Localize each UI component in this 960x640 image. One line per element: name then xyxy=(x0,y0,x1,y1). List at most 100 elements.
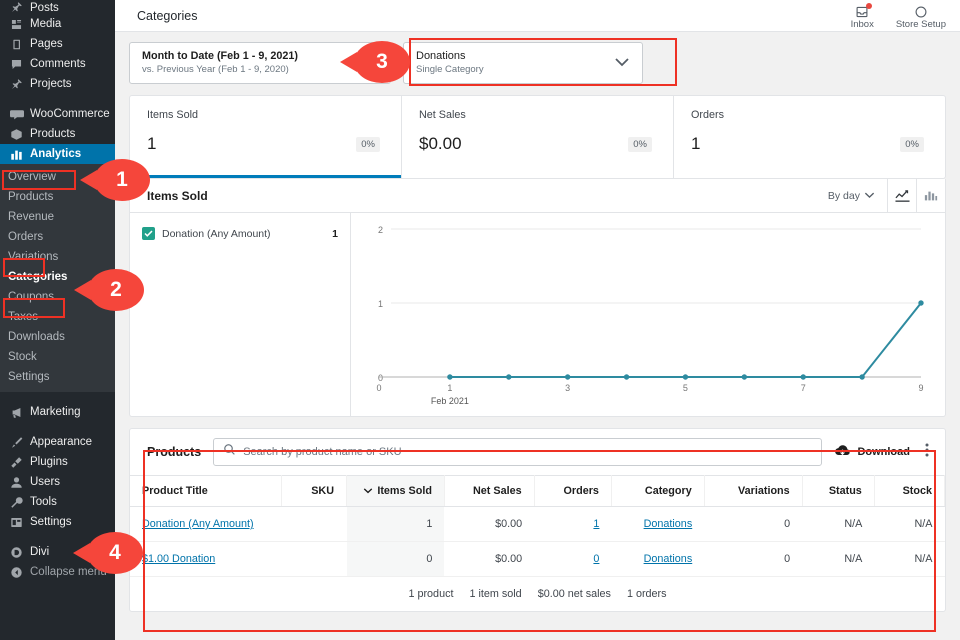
sidebar-item-products[interactable]: Products xyxy=(0,124,115,144)
line-chart-toggle[interactable] xyxy=(887,179,916,213)
cell-category: Donations xyxy=(611,507,704,542)
products-table-panel: Products Download xyxy=(129,428,946,612)
sidebar-item-posts[interactable]: Posts xyxy=(0,0,115,14)
table-row: $1.00 Donation 0 $0.00 0 Donations 0 xyxy=(130,542,945,577)
sliders-icon xyxy=(8,515,25,529)
summary-card-orders[interactable]: Orders 1 0% xyxy=(674,96,945,178)
category-link[interactable]: Donations xyxy=(644,553,693,565)
column-header-sku[interactable]: SKU xyxy=(282,476,347,507)
inbox-button[interactable]: Inbox xyxy=(851,4,874,31)
sidebar-item-marketing[interactable]: Marketing xyxy=(0,402,115,422)
sidebar-subitem-stock[interactable]: Stock xyxy=(0,347,115,367)
product-link[interactable]: Donation (Any Amount) xyxy=(142,518,254,530)
sidebar-item-settings[interactable]: Settings xyxy=(0,512,115,532)
cell-sku xyxy=(282,507,347,542)
bar-chart-toggle[interactable] xyxy=(916,179,945,213)
legend-checkbox-icon[interactable] xyxy=(142,227,155,240)
column-header-variations[interactable]: Variations xyxy=(704,476,802,507)
cell-net-sales: $0.00 xyxy=(444,507,534,542)
sidebar-item-woocommerce[interactable]: WooCommerce xyxy=(0,104,115,124)
cell-items-sold: 0 xyxy=(347,542,445,577)
product-search-box[interactable] xyxy=(213,438,822,466)
sidebar-item-appearance[interactable]: Appearance xyxy=(0,432,115,452)
sidebar-item-pages[interactable]: Pages xyxy=(0,34,115,54)
sidebar-subitem-downloads[interactable]: Downloads xyxy=(0,327,115,347)
interval-select[interactable]: By day xyxy=(828,190,887,202)
sidebar-item-label: Appearance xyxy=(30,436,92,448)
column-header-status[interactable]: Status xyxy=(802,476,874,507)
inbox-badge xyxy=(866,3,872,9)
store-setup-button[interactable]: Store Setup xyxy=(896,4,946,31)
summary-label: Orders xyxy=(691,109,928,121)
sidebar-item-projects[interactable]: Projects xyxy=(0,74,115,94)
sidebar-item-label: Tools xyxy=(30,496,57,508)
sidebar-divider xyxy=(0,392,115,402)
column-header-items-sold[interactable]: Items Sold xyxy=(347,476,445,507)
category-picker[interactable]: Donations Single Category xyxy=(403,42,643,84)
sidebar-item-users[interactable]: Users xyxy=(0,472,115,492)
chart-body: Donation (Any Amount) 1 012135790Feb 202… xyxy=(130,213,945,417)
sidebar-item-comments[interactable]: Comments xyxy=(0,54,115,74)
chart-plot: 012135790Feb 2021 xyxy=(351,213,945,417)
download-cloud-icon xyxy=(834,444,851,461)
chart-header: Items Sold By day xyxy=(130,179,945,213)
summary-card-net-sales[interactable]: Net Sales $0.00 0% xyxy=(402,96,674,178)
column-header-product-title[interactable]: Product Title xyxy=(130,476,282,507)
more-options-icon[interactable] xyxy=(922,442,932,463)
callout-marker-2: 2 xyxy=(74,269,144,311)
cell-orders: 1 xyxy=(534,507,611,542)
cell-stock: N/A xyxy=(874,507,944,542)
column-label: Category xyxy=(645,485,692,497)
cell-stock: N/A xyxy=(874,542,944,577)
summary-card-items-sold[interactable]: Items Sold 1 0% xyxy=(130,96,402,178)
callout-number: 2 xyxy=(88,269,144,311)
line-chart-svg: 012135790Feb 2021 xyxy=(351,213,939,417)
legend-label: Donation (Any Amount) xyxy=(162,228,332,240)
cell-product-title: Donation (Any Amount) xyxy=(130,507,282,542)
orders-link[interactable]: 1 xyxy=(593,518,599,530)
sidebar-item-label: Comments xyxy=(30,58,86,70)
sidebar-subitem-settings[interactable]: Settings xyxy=(0,367,115,387)
sidebar-item-media[interactable]: Media xyxy=(0,14,115,34)
sort-chevron-down-icon xyxy=(363,485,373,497)
download-button[interactable]: Download xyxy=(834,444,910,461)
box-icon xyxy=(8,127,25,141)
column-label: Orders xyxy=(564,485,599,497)
summary-delta: 0% xyxy=(356,137,380,152)
legend-item[interactable]: Donation (Any Amount) 1 xyxy=(142,227,338,240)
column-header-net-sales[interactable]: Net Sales xyxy=(444,476,534,507)
column-header-category[interactable]: Category xyxy=(611,476,704,507)
summary-label: Net Sales xyxy=(419,109,656,121)
chart-toolbar: By day xyxy=(828,179,945,213)
product-link[interactable]: $1.00 Donation xyxy=(142,553,215,565)
sidebar-subitem-revenue[interactable]: Revenue xyxy=(0,207,115,227)
sidebar-subitem-variations[interactable]: Variations xyxy=(0,247,115,267)
cell-variations: 0 xyxy=(704,507,802,542)
table-summary-footer: 1 product 1 item sold $0.00 net sales 1 … xyxy=(130,577,945,611)
column-label: Product Title xyxy=(142,485,208,497)
cell-product-title: $1.00 Donation xyxy=(130,542,282,577)
orders-link[interactable]: 0 xyxy=(593,553,599,565)
svg-text:9: 9 xyxy=(918,383,923,393)
sidebar-divider xyxy=(0,94,115,104)
sidebar-item-label: Posts xyxy=(30,2,59,14)
callout-number: 1 xyxy=(94,159,150,201)
products-table-header: Products Download xyxy=(130,429,945,475)
sidebar-item-label: WooCommerce xyxy=(30,108,110,120)
product-search-input[interactable] xyxy=(243,446,812,458)
category-link[interactable]: Donations xyxy=(644,518,693,530)
column-header-orders[interactable]: Orders xyxy=(534,476,611,507)
column-label: SKU xyxy=(311,485,334,497)
sidebar-item-plugins[interactable]: Plugins xyxy=(0,452,115,472)
table-row: Donation (Any Amount) 1 $0.00 1 Donation… xyxy=(130,507,945,542)
sidebar-item-tools[interactable]: Tools xyxy=(0,492,115,512)
brush-icon xyxy=(8,435,25,449)
cell-category: Donations xyxy=(611,542,704,577)
svg-text:0: 0 xyxy=(376,383,381,393)
cell-status: N/A xyxy=(802,542,874,577)
pin-icon xyxy=(8,77,25,91)
products-table: Product Title SKU Items Sold xyxy=(130,475,945,577)
sidebar-subitem-orders[interactable]: Orders xyxy=(0,227,115,247)
column-header-stock[interactable]: Stock xyxy=(874,476,944,507)
sidebar-item-label: Pages xyxy=(30,38,63,50)
